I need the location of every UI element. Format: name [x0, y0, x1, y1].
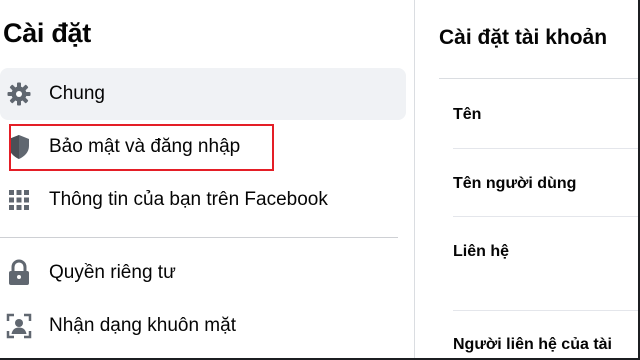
sidebar-item-your-information[interactable]: Thông tin của bạn trên Facebook	[0, 174, 406, 226]
setting-row-memorialization-contact[interactable]: Người liên hệ của tài	[453, 336, 612, 354]
title-divider	[439, 78, 640, 79]
sidebar-item-label: Quyền riêng tư	[49, 262, 176, 283]
highlight-box	[9, 124, 274, 171]
lock-icon	[3, 257, 35, 289]
page-title: Cài đặt tài khoản	[439, 26, 608, 49]
sidebar-title: Cài đặt	[3, 18, 91, 48]
row-divider	[453, 216, 640, 217]
sidebar-item-face-recognition[interactable]: Nhận dạng khuôn mặt	[0, 300, 406, 352]
account-settings-panel: Cài đặt tài khoản Tên Tên người dùng Liê…	[415, 0, 640, 360]
sidebar-item-label: Chung	[49, 83, 105, 104]
settings-sidebar: Cài đặt Chung Bảo mật và đăng nhập Thông…	[0, 0, 414, 360]
grid-icon	[3, 184, 35, 216]
sidebar-item-label: Thông tin của bạn trên Facebook	[49, 189, 328, 210]
face-recognition-icon	[3, 310, 35, 342]
row-divider	[453, 310, 640, 311]
sidebar-item-privacy[interactable]: Quyền riêng tư	[0, 247, 406, 299]
setting-row-contact[interactable]: Liên hệ	[453, 243, 509, 261]
setting-row-username[interactable]: Tên người dùng	[453, 175, 576, 193]
setting-row-name[interactable]: Tên	[453, 106, 481, 124]
sidebar-item-label: Nhận dạng khuôn mặt	[49, 315, 236, 336]
row-divider	[453, 148, 640, 149]
sidebar-item-general[interactable]: Chung	[0, 68, 406, 120]
sidebar-divider	[0, 237, 398, 238]
gear-icon	[3, 78, 35, 110]
